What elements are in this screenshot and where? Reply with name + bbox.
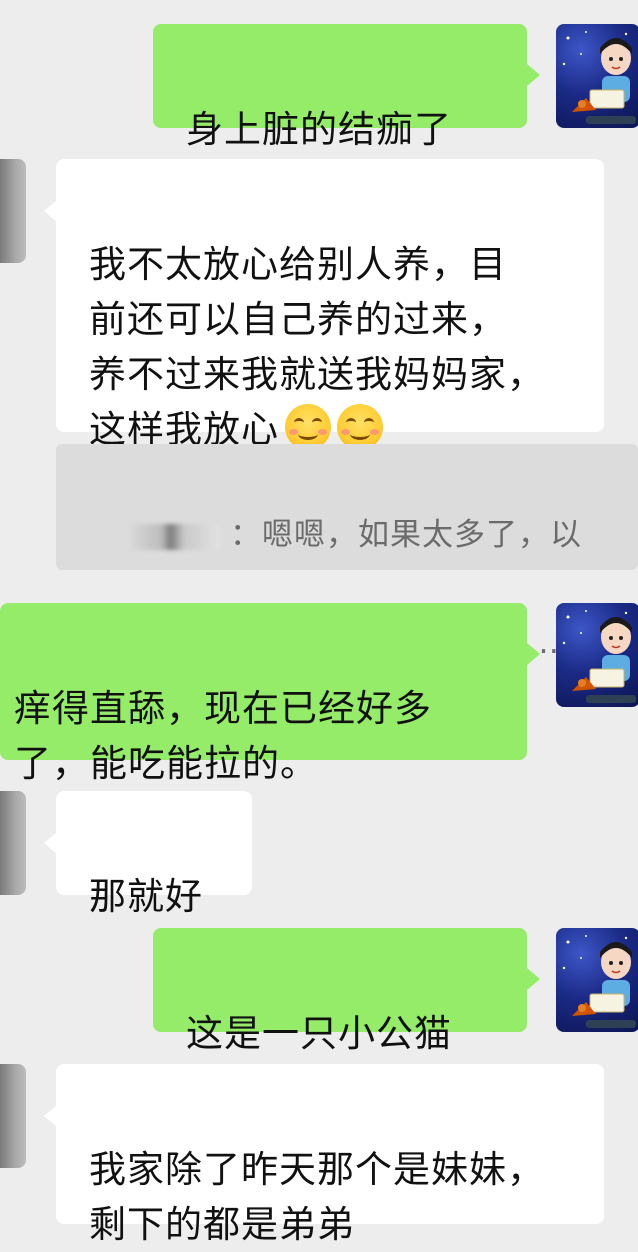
message-text: 这是一只小公猫 [186, 1012, 452, 1055]
contact-avatar[interactable] [0, 791, 26, 895]
message-text: 那就好 [89, 875, 203, 918]
message-bubble-sent[interactable]: 这是一只小公猫 [153, 928, 527, 1055]
contact-avatar[interactable] [0, 1064, 26, 1168]
blurred-sender-name [130, 523, 220, 550]
bubble-tail [527, 968, 540, 990]
cartoon-girl-reading-avatar-icon [562, 31, 636, 124]
quote-line-1: ：嗯嗯，如果太多了，以 [80, 508, 638, 562]
message-bubble-sent[interactable]: 身上脏的结痂了 [153, 24, 527, 151]
my-avatar[interactable] [556, 24, 638, 128]
message-text: 身上脏的结痂了 [186, 108, 452, 151]
bubble-tail [527, 64, 540, 86]
quoted-reply[interactable]: ：嗯嗯，如果太多了，以 后需要送养，我也可以一起发布… [56, 444, 638, 661]
message-bubble-received[interactable]: 我不太放心给别人养，目 前还可以自己养的过来， 养不过来我就送我妈妈家， 这样我… [56, 159, 604, 451]
message-bubble-sent[interactable]: 痒得直舔，现在已经好多 了，能吃能拉的。 [0, 603, 527, 785]
message-text: 痒得直舔，现在已经好多 了，能吃能拉的。 [14, 687, 432, 785]
quote-sender-separator: ： [230, 517, 262, 553]
cartoon-girl-reading-avatar-icon [562, 610, 636, 703]
quote-text-line-1: 嗯嗯，如果太多了，以 [262, 517, 582, 553]
contact-avatar[interactable] [0, 159, 26, 263]
bubble-tail [527, 643, 540, 665]
message-text: 我家除了昨天那个是妹妹， 剩下的都是弟弟 [89, 1148, 545, 1246]
my-avatar[interactable] [556, 928, 638, 1032]
message-bubble-received[interactable]: 那就好 [56, 791, 252, 918]
cartoon-girl-reading-avatar-icon [562, 935, 636, 1028]
message-bubble-received[interactable]: 我家除了昨天那个是妹妹， 剩下的都是弟弟 [56, 1064, 604, 1246]
my-avatar[interactable] [556, 603, 638, 707]
